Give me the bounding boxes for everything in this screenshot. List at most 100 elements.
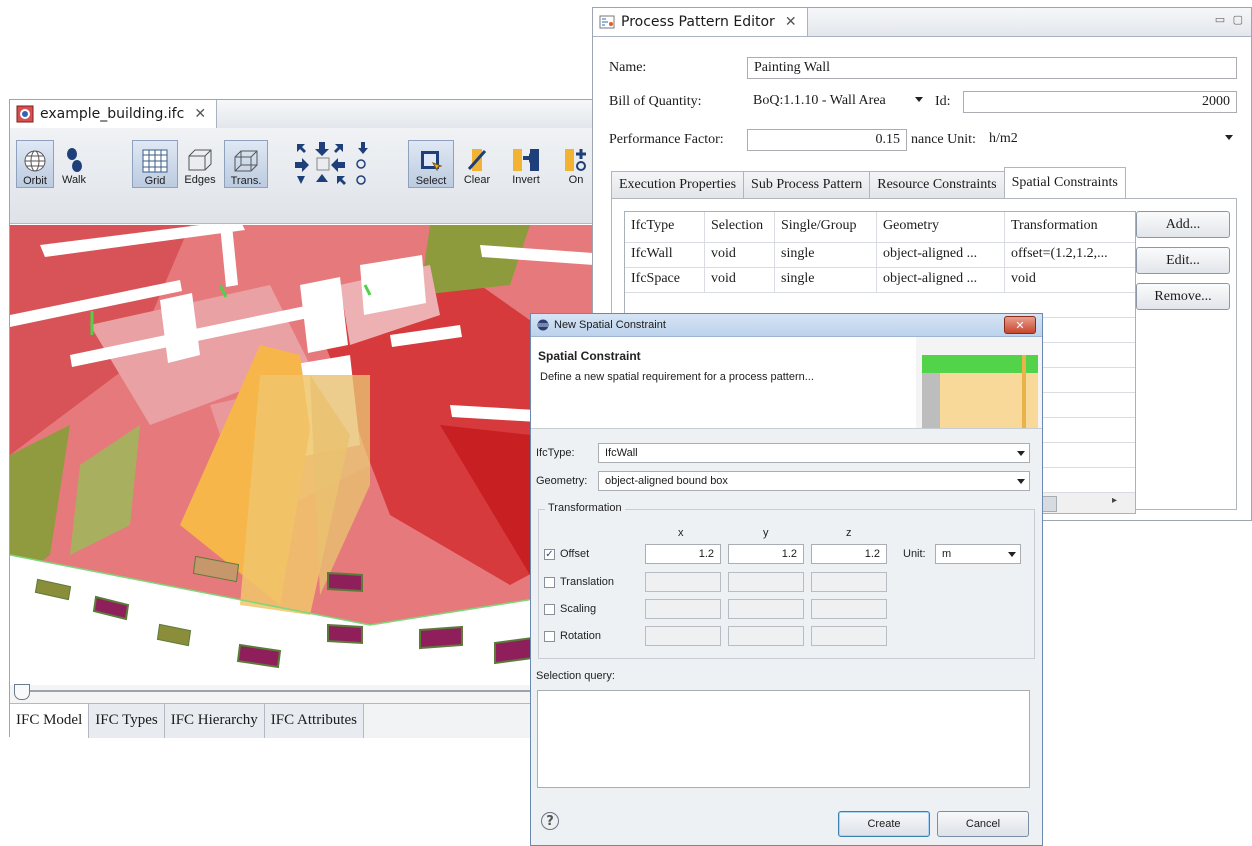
- rotation-label: Rotation: [560, 630, 601, 642]
- trans-label: Trans.: [230, 175, 262, 187]
- offset-checkbox[interactable]: ✓: [544, 549, 555, 560]
- offset-z-field[interactable]: 1.2: [811, 544, 887, 564]
- on-label: On: [568, 174, 584, 186]
- ifctype-select-value: IfcWall: [605, 447, 638, 459]
- translation-y-field[interactable]: [728, 572, 804, 592]
- tab-spatial-constraints[interactable]: Spatial Constraints: [1003, 167, 1126, 198]
- edges-button[interactable]: Edges: [178, 140, 222, 186]
- performance-factor-field[interactable]: 0.15: [747, 129, 907, 151]
- editor-tab-strip: Process Pattern Editor ✕ ▭ ▢: [593, 8, 1251, 37]
- offset-y-field[interactable]: 1.2: [728, 544, 804, 564]
- table-cell: single: [775, 268, 877, 292]
- remove-constraint-button[interactable]: Remove...: [1136, 283, 1230, 310]
- rotation-z-field[interactable]: [811, 626, 887, 646]
- ifc-bottom-tabs: IFC Model IFC Types IFC Hierarchy IFC At…: [10, 703, 620, 738]
- col-selection[interactable]: Selection: [705, 212, 775, 242]
- tab-resource-constraints[interactable]: Resource Constraints: [869, 171, 1005, 198]
- window-controls[interactable]: ▭ ▢: [1215, 13, 1245, 26]
- ifctype-select[interactable]: IfcWall: [598, 443, 1030, 463]
- view-navigation-cluster[interactable]: [288, 136, 378, 186]
- editor-tab-label: Process Pattern Editor: [621, 14, 775, 30]
- banner-wall-preview: [916, 337, 1042, 428]
- tab-execution-properties[interactable]: Execution Properties: [611, 171, 745, 198]
- unit-select[interactable]: m: [935, 544, 1021, 564]
- tab-ifc-attributes[interactable]: IFC Attributes: [264, 704, 365, 738]
- orbit-button[interactable]: Orbit: [16, 140, 54, 188]
- performance-unit-value: h/m2: [989, 131, 1018, 146]
- grid-button[interactable]: Grid: [132, 140, 178, 188]
- tab-ifc-model[interactable]: IFC Model: [10, 704, 90, 738]
- tab-ifc-types[interactable]: IFC Types: [89, 704, 165, 738]
- unit-select-value: m: [942, 548, 952, 560]
- select-button[interactable]: Select: [408, 140, 454, 188]
- invert-button[interactable]: Invert: [504, 140, 548, 186]
- dialog-title-bar[interactable]: New Spatial Constraint ✕: [531, 314, 1042, 337]
- ifctype-label: IfcType:: [536, 447, 575, 459]
- boq-select[interactable]: BoQ:1.1.10 - Wall Area: [747, 91, 927, 113]
- scaling-y-field[interactable]: [728, 599, 804, 619]
- clear-label: Clear: [463, 174, 491, 186]
- name-field[interactable]: Painting Wall: [747, 57, 1237, 79]
- walk-button[interactable]: Walk: [56, 140, 92, 186]
- name-label: Name:: [609, 60, 647, 75]
- offset-label: Offset: [560, 548, 590, 560]
- slider-track: [20, 690, 612, 692]
- translation-x-field[interactable]: [645, 572, 721, 592]
- slider-thumb[interactable]: [14, 684, 30, 700]
- scaling-checkbox[interactable]: [544, 604, 555, 615]
- banner-preview-image: [916, 337, 1042, 428]
- footprints-icon: [67, 148, 82, 172]
- performance-unit-select[interactable]: h/m2: [983, 129, 1237, 151]
- col-single-group[interactable]: Single/Group: [775, 212, 877, 242]
- trans-button[interactable]: Trans.: [224, 140, 268, 188]
- close-icon[interactable]: ✕: [194, 106, 206, 122]
- translation-z-field[interactable]: [811, 572, 887, 592]
- offset-x-field[interactable]: 1.2: [645, 544, 721, 564]
- tab-sub-process-pattern[interactable]: Sub Process Pattern: [743, 171, 871, 198]
- table-cell: void: [705, 243, 775, 267]
- scaling-x-field[interactable]: [645, 599, 721, 619]
- table-cell: offset=(1.2,1.2,...: [1011, 246, 1108, 261]
- translation-checkbox[interactable]: [544, 577, 555, 588]
- geometry-select[interactable]: object-aligned bound box: [598, 471, 1030, 491]
- close-icon[interactable]: ✕: [785, 14, 797, 30]
- invert-label: Invert: [512, 174, 540, 186]
- eclipse-icon: [537, 319, 549, 331]
- rotation-x-field[interactable]: [645, 626, 721, 646]
- table-cell: void: [705, 268, 775, 292]
- table-row[interactable]: IfcWall void single object-aligned ... o…: [625, 243, 1135, 268]
- add-constraint-button[interactable]: Add...: [1136, 211, 1230, 238]
- col-geometry[interactable]: Geometry: [877, 212, 1005, 242]
- cancel-button[interactable]: Cancel: [937, 811, 1029, 837]
- clear-button[interactable]: Clear: [457, 140, 497, 186]
- create-button[interactable]: Create: [838, 811, 930, 837]
- col-ifctype[interactable]: IfcType: [625, 212, 705, 242]
- ifc-file-tab[interactable]: example_building.ifc ✕: [10, 100, 218, 128]
- performance-factor-label: Performance Factor:: [609, 132, 724, 147]
- edges-label: Edges: [184, 174, 216, 186]
- level-slider[interactable]: [10, 684, 620, 703]
- selection-query-textarea[interactable]: [537, 690, 1030, 788]
- cube-transparent-icon: [234, 150, 258, 172]
- edit-constraint-button[interactable]: Edit...: [1136, 247, 1230, 274]
- tab-ifc-hierarchy[interactable]: IFC Hierarchy: [164, 704, 265, 738]
- col-transformation[interactable]: Transformation: [1005, 212, 1133, 242]
- pattern-editor-icon: [599, 15, 615, 29]
- rotation-y-field[interactable]: [728, 626, 804, 646]
- boq-label: Bill of Quantity:: [609, 94, 702, 109]
- rotation-checkbox[interactable]: [544, 631, 555, 642]
- help-icon[interactable]: ?: [541, 812, 559, 830]
- chevron-down-icon: [1017, 451, 1025, 456]
- table-row[interactable]: IfcSpace void single object-aligned ... …: [625, 268, 1135, 293]
- chevron-down-icon: [1017, 479, 1025, 484]
- building-3d-render: [10, 225, 620, 685]
- scaling-z-field[interactable]: [811, 599, 887, 619]
- globe-icon: [24, 150, 46, 172]
- scroll-right-icon[interactable]: ▸: [1112, 495, 1117, 513]
- close-icon[interactable]: ✕: [1004, 316, 1036, 334]
- on-button[interactable]: On: [556, 140, 596, 186]
- chevron-down-icon: [1008, 552, 1016, 557]
- editor-tab[interactable]: Process Pattern Editor ✕: [593, 8, 808, 36]
- 3d-model-viewport[interactable]: [10, 225, 620, 685]
- id-field[interactable]: 2000: [963, 91, 1237, 113]
